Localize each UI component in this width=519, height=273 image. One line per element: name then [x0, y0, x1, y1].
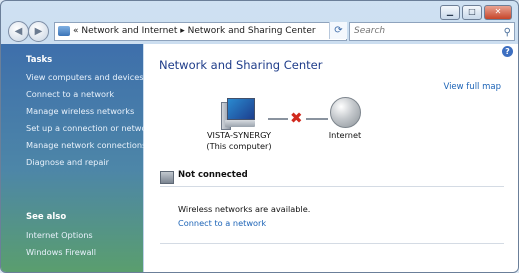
view-full-map-link[interactable]: View full map	[443, 82, 501, 92]
see-also-heading: See also	[26, 212, 67, 222]
task-manage-wireless-networks[interactable]: Manage wireless networks	[26, 106, 134, 116]
navigation-bar: ◀ ▶ « Network and Internet ▸ Network and…	[1, 20, 518, 44]
connection-line	[268, 118, 288, 120]
wireless-available-text: Wireless networks are available.	[178, 204, 311, 214]
window: ▁ □ ✕ ◀ ▶ « Network and Internet ▸ Netwo…	[0, 0, 519, 273]
back-button[interactable]: ◀	[8, 21, 29, 42]
breadcrumb-separator-icon[interactable]: ▸	[180, 26, 187, 36]
search-box: ⚲	[349, 22, 515, 41]
main-content: ? Network and Sharing Center View full m…	[144, 44, 518, 272]
task-manage-network-connections[interactable]: Manage network connections	[26, 140, 146, 150]
see-also-windows-firewall[interactable]: Windows Firewall	[26, 247, 96, 257]
task-diagnose-and-repair[interactable]: Diagnose and repair	[26, 157, 109, 167]
breadcrumb-network-and-sharing-center[interactable]: Network and Sharing Center	[188, 26, 316, 36]
disconnected-x-icon[interactable]: ✖	[290, 109, 303, 127]
see-also-internet-options[interactable]: Internet Options	[26, 230, 93, 240]
divider	[160, 186, 504, 187]
breadcrumb-overflow-icon[interactable]: «	[73, 26, 79, 36]
task-pane: Tasks View computers and devices Connect…	[1, 44, 155, 272]
close-button[interactable]: ✕	[484, 5, 512, 20]
maximize-button[interactable]: □	[462, 5, 482, 20]
breadcrumb: « Network and Internet ▸ Network and Sha…	[73, 23, 316, 40]
network-status-icon	[160, 171, 174, 184]
divider	[160, 243, 504, 244]
internet-globe-icon	[330, 97, 361, 128]
page-title: Network and Sharing Center	[159, 58, 323, 72]
task-connect-to-a-network[interactable]: Connect to a network	[26, 89, 114, 99]
minimize-button[interactable]: ▁	[440, 5, 460, 20]
connect-to-network-link[interactable]: Connect to a network	[178, 218, 266, 228]
internet-label: Internet	[328, 130, 362, 140]
search-input[interactable]	[354, 26, 494, 36]
computer-name: VISTA-SYNERGY	[206, 130, 272, 140]
task-set-up-a-connection[interactable]: Set up a connection or network	[26, 123, 155, 133]
help-icon[interactable]: ?	[502, 46, 513, 57]
search-icon[interactable]: ⚲	[504, 24, 511, 41]
refresh-icon[interactable]: ⟳	[329, 22, 347, 39]
tasks-heading: Tasks	[26, 55, 53, 65]
connection-line	[306, 118, 328, 120]
network-status-text: Not connected	[178, 170, 248, 180]
window-controls: ▁ □ ✕	[440, 5, 512, 20]
computer-subtitle: (This computer)	[206, 141, 272, 151]
breadcrumb-network-and-internet[interactable]: Network and Internet	[81, 26, 177, 36]
task-view-computers-and-devices[interactable]: View computers and devices	[26, 72, 144, 82]
forward-button[interactable]: ▶	[28, 21, 49, 42]
computer-label: VISTA-SYNERGY (This computer)	[193, 130, 285, 152]
address-bar[interactable]: « Network and Internet ▸ Network and Sha…	[54, 22, 347, 41]
control-panel-icon	[58, 26, 70, 36]
